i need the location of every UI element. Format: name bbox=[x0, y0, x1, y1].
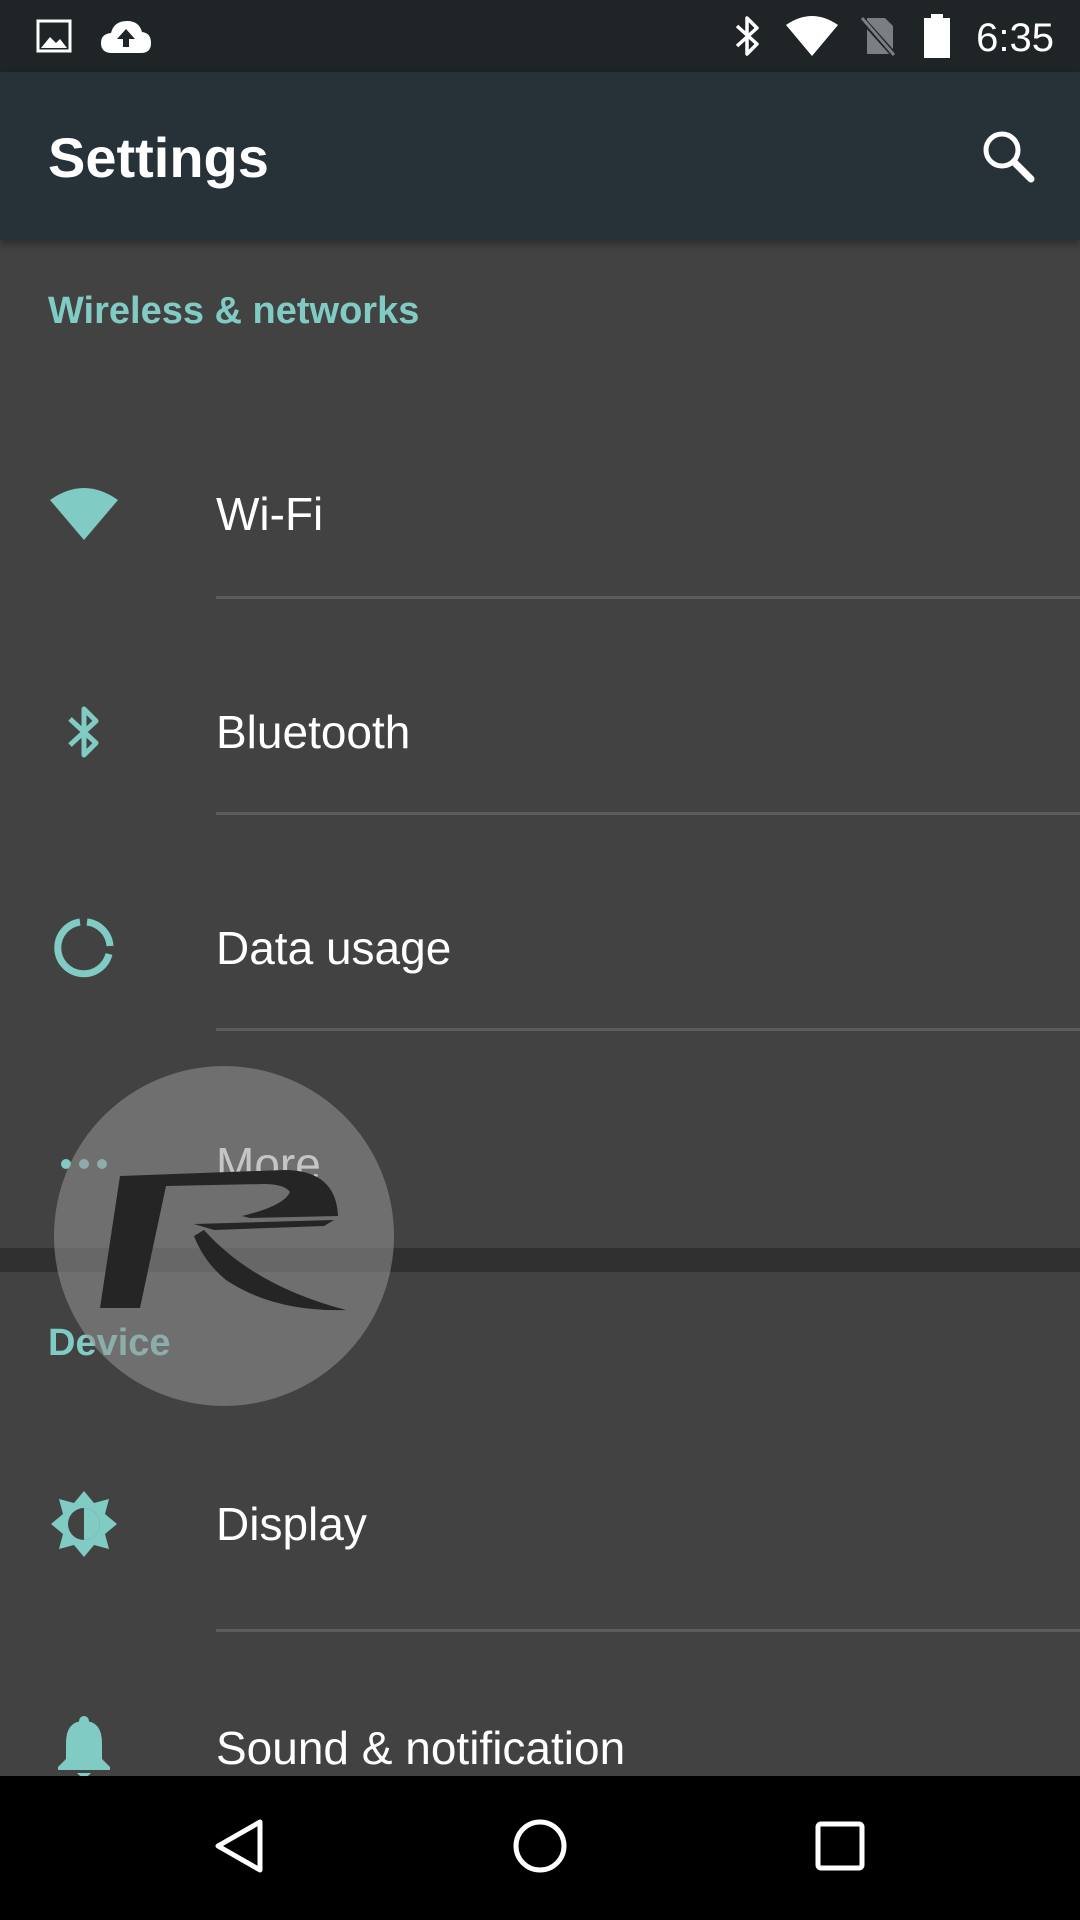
settings-item-data-usage[interactable]: Data usage bbox=[0, 840, 1080, 1056]
home-button[interactable] bbox=[440, 1776, 640, 1920]
divider bbox=[216, 812, 1080, 815]
divider bbox=[216, 1028, 1080, 1031]
section-divider bbox=[0, 1248, 1080, 1272]
page-title: Settings bbox=[48, 126, 269, 189]
settings-item-more[interactable]: More bbox=[0, 1056, 1080, 1272]
settings-item-label: Display bbox=[216, 1498, 367, 1550]
section-wireless-networks: Wireless & networks Wi-Fi Bluetooth Data… bbox=[0, 240, 1080, 1248]
wifi-icon bbox=[40, 406, 128, 622]
home-icon bbox=[510, 1816, 570, 1881]
settings-item-label: Wi-Fi bbox=[216, 488, 324, 540]
bluetooth-icon bbox=[40, 624, 128, 840]
more-horiz-icon bbox=[40, 1056, 128, 1272]
cloud-upload-icon bbox=[98, 0, 154, 72]
recents-icon bbox=[812, 1818, 868, 1879]
search-button[interactable] bbox=[972, 122, 1044, 194]
wifi-icon bbox=[782, 0, 842, 72]
no-sim-icon bbox=[856, 0, 900, 72]
settings-item-label: More bbox=[216, 1138, 321, 1190]
status-bar: 6:35 bbox=[0, 0, 1080, 72]
section-header-wireless: Wireless & networks bbox=[48, 290, 420, 332]
section-device: Device Display Sound & notification bbox=[0, 1272, 1080, 1777]
back-icon bbox=[210, 1816, 270, 1881]
divider bbox=[216, 1629, 1080, 1632]
settings-screen: 6:35 Settings Wireless & networks Wi-Fi bbox=[0, 0, 1080, 1920]
settings-item-wifi[interactable]: Wi-Fi bbox=[0, 406, 1080, 622]
settings-item-display[interactable]: Display bbox=[0, 1416, 1080, 1632]
settings-item-bluetooth[interactable]: Bluetooth bbox=[0, 624, 1080, 840]
battery-icon bbox=[918, 0, 956, 72]
brightness-icon bbox=[40, 1416, 128, 1632]
settings-item-label: Data usage bbox=[216, 922, 452, 974]
settings-item-label: Bluetooth bbox=[216, 706, 411, 758]
divider bbox=[216, 596, 1080, 599]
section-header-device: Device bbox=[48, 1322, 171, 1364]
data-usage-icon bbox=[40, 840, 128, 1056]
recents-button[interactable] bbox=[740, 1776, 940, 1920]
image-icon bbox=[34, 0, 74, 72]
back-button[interactable] bbox=[140, 1776, 340, 1920]
navigation-bar bbox=[0, 1776, 1080, 1920]
app-toolbar: Settings bbox=[0, 72, 1080, 240]
search-icon bbox=[979, 127, 1037, 190]
status-time: 6:35 bbox=[976, 16, 1054, 60]
bluetooth-icon bbox=[730, 0, 766, 72]
